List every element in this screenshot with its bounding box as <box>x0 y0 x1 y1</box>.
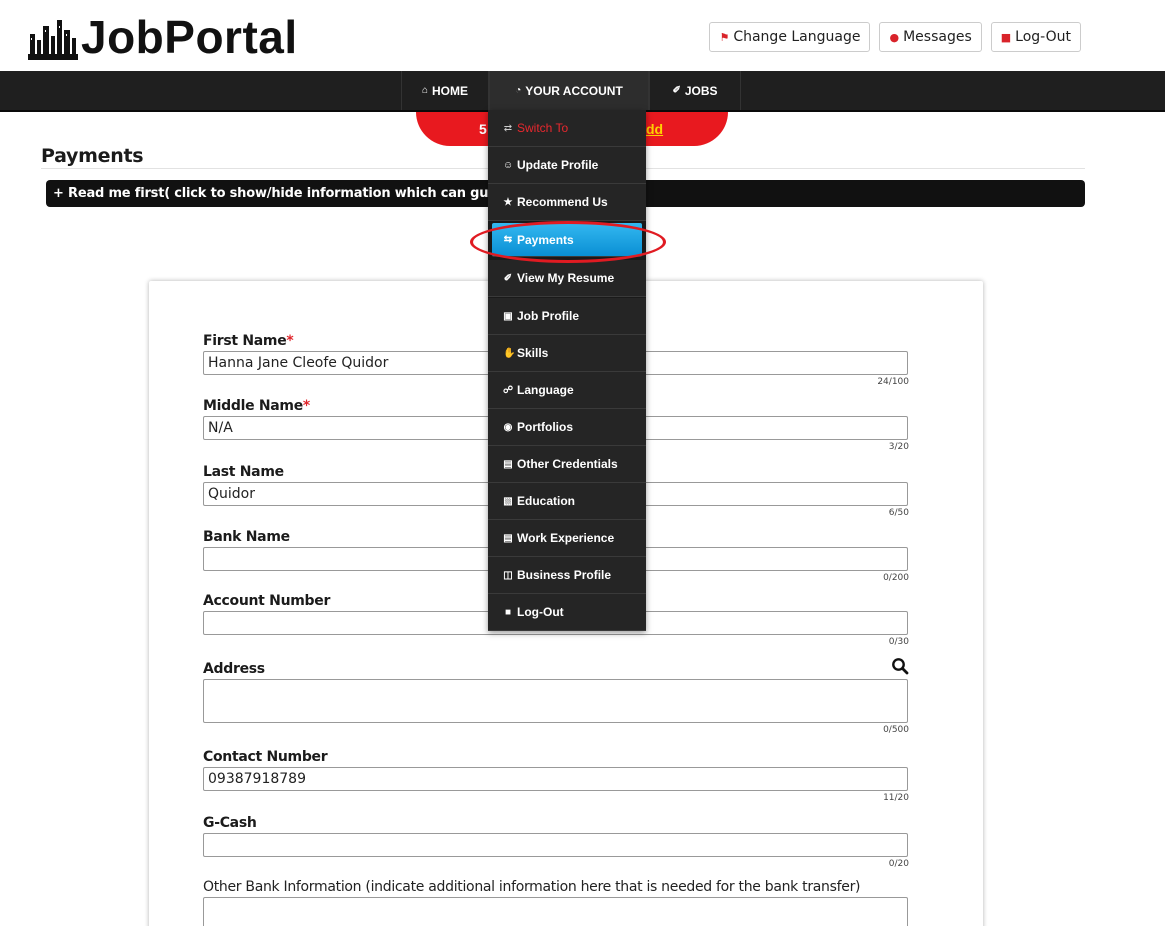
change-language-button[interactable]: ⚑ Change Language <box>709 22 871 52</box>
required-marker: * <box>286 333 294 349</box>
address-label: Address <box>203 661 265 677</box>
dropdown-item-education[interactable]: ▧ Education <box>488 483 646 520</box>
home-icon: ⌂ <box>421 85 429 96</box>
flag-icon: ⚑ <box>719 30 730 44</box>
nav-account-label: YOUR ACCOUNT <box>525 83 623 98</box>
address-counter: 0/500 <box>883 725 909 735</box>
dropdown-item-label: Education <box>517 494 576 508</box>
user-circle-icon: ◔ <box>515 85 522 96</box>
address-field: Address 0/500 <box>203 658 909 735</box>
site-logo[interactable]: JobPortal <box>28 8 298 60</box>
contact-number-input[interactable] <box>203 767 908 791</box>
main-navbar: ⌂ HOME ◔ YOUR ACCOUNT ✐ JOBS <box>0 71 1165 112</box>
dropdown-item-label: Update Profile <box>517 158 599 172</box>
nav-home[interactable]: ⌂ HOME <box>401 71 489 110</box>
dropdown-item-update-profile[interactable]: ☺ Update Profile <box>488 147 646 184</box>
list-icon: ▤ <box>503 532 513 544</box>
your-account-dropdown: ⇄ Switch To ☺ Update Profile ★ Recommend… <box>488 110 646 631</box>
dropdown-item-label: Log-Out <box>517 605 564 619</box>
dropdown-item-language[interactable]: ☍ Language <box>488 372 646 409</box>
gcash-label: G-Cash <box>203 815 257 831</box>
dropdown-item-portfolios[interactable]: ◉ Portfolios <box>488 409 646 446</box>
other-bank-info-field: Other Bank Information (indicate additio… <box>203 879 909 926</box>
dropdown-item-label: Recommend Us <box>517 195 608 209</box>
gcash-input[interactable] <box>203 833 908 857</box>
user-icon: ☺ <box>503 159 514 171</box>
dropdown-item-logout[interactable]: ■ Log-Out <box>488 594 646 631</box>
pencil-icon: ✐ <box>672 85 681 96</box>
eye-icon: ◉ <box>503 421 513 433</box>
lock-icon: ■ <box>504 606 512 618</box>
city-skyline-icon <box>28 20 78 60</box>
gcash-field: G-Cash 0/20 <box>203 815 909 869</box>
address-textarea[interactable] <box>203 679 908 723</box>
nav-jobs-label: JOBS <box>684 83 718 98</box>
account-number-counter: 0/30 <box>888 637 909 647</box>
dropdown-item-label: View My Resume <box>517 271 615 285</box>
other-bank-info-textarea[interactable] <box>203 897 908 926</box>
dropdown-item-label: Job Profile <box>517 309 580 323</box>
dropdown-item-recommend-us[interactable]: ★ Recommend Us <box>488 184 646 221</box>
hand-icon: ✋ <box>503 347 516 359</box>
dropdown-item-label: Other Credentials <box>517 457 618 471</box>
message-icon: ● <box>889 30 900 44</box>
dropdown-item-label: Switch To <box>517 121 569 135</box>
id-card-icon: ▣ <box>503 310 513 322</box>
language-icon: ☍ <box>503 384 514 396</box>
dropdown-item-skills[interactable]: ✋ Skills <box>488 335 646 372</box>
dropdown-item-job-profile[interactable]: ▣ Job Profile <box>488 298 646 335</box>
top-toolbar: ⚑ Change Language ● Messages ■ Log-Out <box>709 22 1081 52</box>
education-icon: ▧ <box>503 495 513 507</box>
contact-number-label: Contact Number <box>203 749 328 765</box>
banner-link[interactable]: dd <box>646 121 663 137</box>
page-title: Payments <box>41 145 144 167</box>
nav-jobs[interactable]: ✐ JOBS <box>649 71 741 110</box>
required-marker: * <box>302 398 310 414</box>
nav-home-label: HOME <box>432 83 469 98</box>
gcash-counter: 0/20 <box>888 859 909 869</box>
book-icon: ▤ <box>503 458 513 470</box>
dropdown-item-switch-to[interactable]: ⇄ Switch To <box>488 110 646 147</box>
contact-number-field: Contact Number 11/20 <box>203 749 909 803</box>
annotation-highlight-circle <box>470 221 666 263</box>
messages-button[interactable]: ● Messages <box>879 22 982 52</box>
other-bank-info-label: Other Bank Information (indicate additio… <box>203 879 861 895</box>
dropdown-item-work-experience[interactable]: ▤ Work Experience <box>488 520 646 557</box>
change-language-label: Change Language <box>733 29 861 45</box>
dropdown-item-other-credentials[interactable]: ▤ Other Credentials <box>488 446 646 483</box>
pencil-icon: ✐ <box>503 272 513 284</box>
dropdown-item-label: Skills <box>517 346 549 360</box>
dropdown-item-label: Work Experience <box>517 531 615 545</box>
search-icon[interactable] <box>891 657 909 675</box>
banner-left-text: 5 <box>479 121 487 137</box>
logout-label: Log-Out <box>1015 29 1071 45</box>
dropdown-item-business-profile[interactable]: ◫ Business Profile <box>488 557 646 594</box>
shuffle-icon: ⇄ <box>503 122 513 134</box>
clipboard-icon: ◫ <box>503 569 513 581</box>
dropdown-item-label: Language <box>517 383 574 397</box>
lock-icon: ■ <box>1000 30 1012 44</box>
logout-button[interactable]: ■ Log-Out <box>990 22 1081 52</box>
dropdown-item-view-my-resume[interactable]: ✐ View My Resume <box>488 260 646 297</box>
nav-your-account[interactable]: ◔ YOUR ACCOUNT <box>489 71 649 110</box>
contact-number-counter: 11/20 <box>883 793 909 803</box>
logo-text: JobPortal <box>81 11 298 63</box>
dropdown-item-label: Portfolios <box>517 420 573 434</box>
dropdown-item-label: Business Profile <box>517 568 612 582</box>
star-icon: ★ <box>503 196 513 208</box>
messages-label: Messages <box>903 29 972 45</box>
